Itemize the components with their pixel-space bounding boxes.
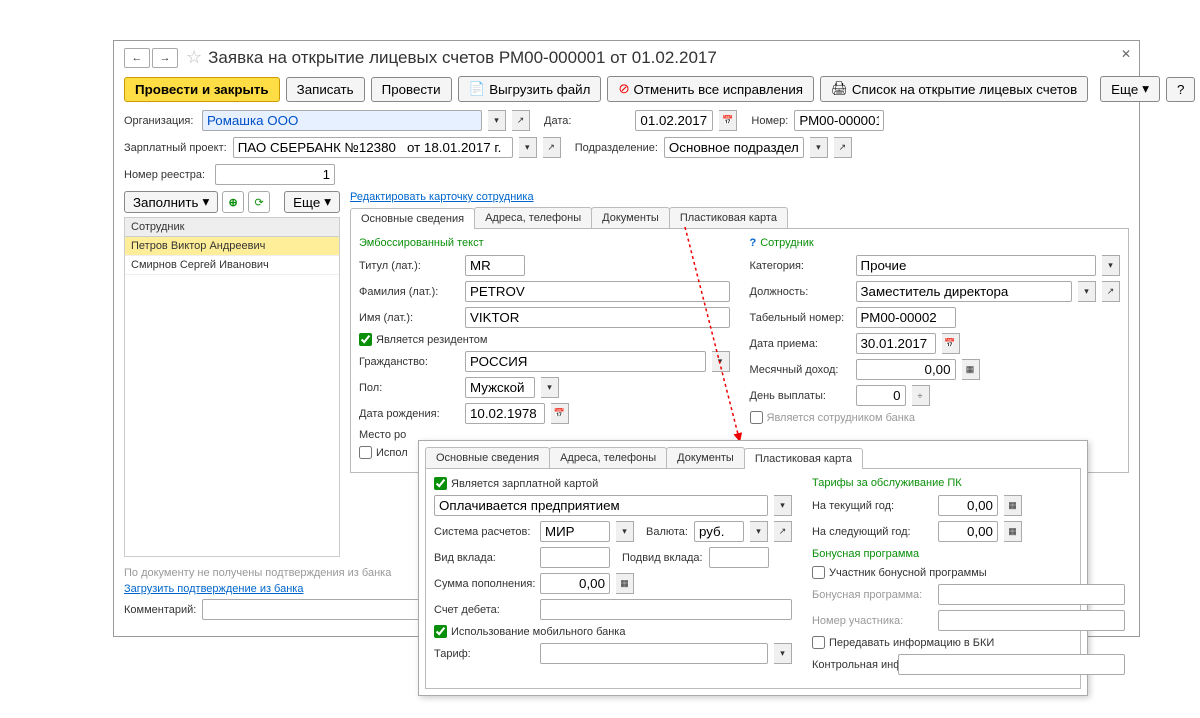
topup-input[interactable] (540, 573, 610, 594)
project-label: Зарплатный проект: (124, 142, 227, 154)
citizen-input[interactable] (465, 351, 706, 372)
surname-lat-input[interactable] (465, 281, 730, 302)
ispol-checkbox[interactable]: Испол (359, 446, 408, 459)
more-button[interactable]: Еще ▾ (1100, 76, 1160, 102)
cancel-fixes-button[interactable]: ⊘Отменить все исправления (607, 76, 814, 102)
income-input[interactable] (856, 359, 956, 380)
help-icon[interactable]: ? (750, 237, 757, 249)
org-dropdown[interactable]: ▾ (488, 110, 506, 131)
tab-addresses-2[interactable]: Адреса, телефоны (549, 447, 667, 468)
org-open[interactable]: ↗ (512, 110, 530, 131)
number-label: Номер: (751, 115, 788, 127)
list-header: Сотрудник (125, 218, 339, 237)
load-confirm-link[interactable]: Загрузить подтверждение из банка (124, 583, 303, 595)
dept-open[interactable]: ↗ (834, 137, 852, 158)
registry-label: Номер реестра: (124, 169, 209, 181)
tab-addresses[interactable]: Адреса, телефоны (474, 207, 592, 228)
curr-input[interactable] (694, 521, 744, 542)
refresh-button[interactable]: ⟳ (248, 191, 270, 213)
member-no-input[interactable] (938, 610, 1125, 631)
star-icon[interactable]: ☆ (186, 47, 202, 68)
process-button[interactable]: Провести (371, 77, 452, 102)
salary-card-checkbox[interactable]: Является зарплатной картой (434, 477, 598, 490)
bonus-prog-input[interactable] (938, 584, 1125, 605)
calendar-icon[interactable]: 📅 (942, 333, 960, 354)
tab-main[interactable]: Основные сведения (350, 208, 475, 229)
more-button-left[interactable]: Еще ▾ (284, 191, 340, 213)
tab-card[interactable]: Пластиковая карта (669, 207, 788, 228)
bki-checkbox[interactable]: Передавать информацию в БКИ (812, 636, 994, 649)
position-input[interactable] (856, 281, 1073, 302)
resident-checkbox[interactable]: Является резидентом (359, 333, 487, 346)
doc-icon: 📄 (469, 81, 486, 97)
process-close-button[interactable]: Провести и закрыть (124, 77, 280, 102)
mobile-bank-checkbox[interactable]: Использование мобильного банка (434, 625, 625, 638)
tab-card-2[interactable]: Пластиковая карта (744, 448, 863, 469)
category-input[interactable] (856, 255, 1097, 276)
printer-icon: 🖨 (831, 81, 848, 97)
tariff-input[interactable] (540, 643, 768, 664)
employee-list: Сотрудник Петров Виктор Андреевич Смирно… (124, 217, 340, 557)
dept-input[interactable] (664, 137, 804, 158)
subdeposit-input[interactable] (709, 547, 769, 568)
comment-input[interactable] (202, 599, 452, 620)
payday-input[interactable] (856, 385, 906, 406)
org-label: Организация: (124, 115, 196, 127)
list-item[interactable]: Смирнов Сергей Иванович (125, 256, 339, 275)
deposit-input[interactable] (540, 547, 610, 568)
fill-button[interactable]: Заполнить ▾ (124, 191, 218, 213)
date-picker[interactable]: 📅 (719, 110, 737, 131)
project-open[interactable]: ↗ (543, 137, 561, 158)
sex-input[interactable] (465, 377, 535, 398)
birth-input[interactable] (465, 403, 545, 424)
forward-button[interactable]: → (152, 48, 178, 68)
title-lat-input[interactable] (465, 255, 525, 276)
control-input[interactable] (898, 654, 1125, 675)
tab-documents-2[interactable]: Документы (666, 447, 745, 468)
org-input[interactable] (202, 110, 482, 131)
hire-input[interactable] (856, 333, 936, 354)
next-year-input[interactable] (938, 521, 998, 542)
edit-card-link[interactable]: Редактировать карточку сотрудника (350, 191, 534, 203)
bank-emp-checkbox[interactable]: Является сотрудником банка (750, 411, 915, 424)
registry-input[interactable] (215, 164, 335, 185)
page-title: Заявка на открытие лицевых счетов РМ00-0… (208, 48, 717, 68)
project-dropdown[interactable]: ▾ (519, 137, 537, 158)
tab-documents[interactable]: Документы (591, 207, 670, 228)
sys-input[interactable] (540, 521, 610, 542)
calendar-icon[interactable]: 📅 (551, 403, 569, 424)
tabno-input[interactable] (856, 307, 956, 328)
list-item[interactable]: Петров Виктор Андреевич (125, 237, 339, 256)
bonus-member-checkbox[interactable]: Участник бонусной программы (812, 566, 987, 579)
help-button[interactable]: ? (1166, 77, 1195, 102)
cur-year-input[interactable] (938, 495, 998, 516)
debit-input[interactable] (540, 599, 792, 620)
project-input[interactable] (233, 137, 513, 158)
export-file-button[interactable]: 📄Выгрузить файл (458, 76, 602, 102)
open-list-button[interactable]: 🖨Список на открытие лицевых счетов (820, 76, 1088, 102)
name-lat-input[interactable] (465, 307, 730, 328)
add-button[interactable]: ⊕ (222, 191, 244, 213)
dept-label: Подразделение: (575, 142, 658, 154)
dept-dropdown[interactable]: ▾ (810, 137, 828, 158)
paid-by-input[interactable] (434, 495, 768, 516)
card-overlay: Основные сведения Адреса, телефоны Докум… (418, 440, 1088, 696)
emboss-title: Эмбоссированный текст (359, 237, 730, 249)
save-button[interactable]: Записать (286, 77, 365, 102)
tab-main-2[interactable]: Основные сведения (425, 447, 550, 468)
back-button[interactable]: ← (124, 48, 150, 68)
close-icon[interactable]: ✕ (1121, 47, 1131, 61)
number-input[interactable] (794, 110, 884, 131)
tabs: Основные сведения Адреса, телефоны Докум… (350, 207, 1129, 229)
date-input[interactable] (635, 110, 713, 131)
date-label: Дата: (544, 115, 571, 127)
cancel-icon: ⊘ (618, 81, 629, 97)
